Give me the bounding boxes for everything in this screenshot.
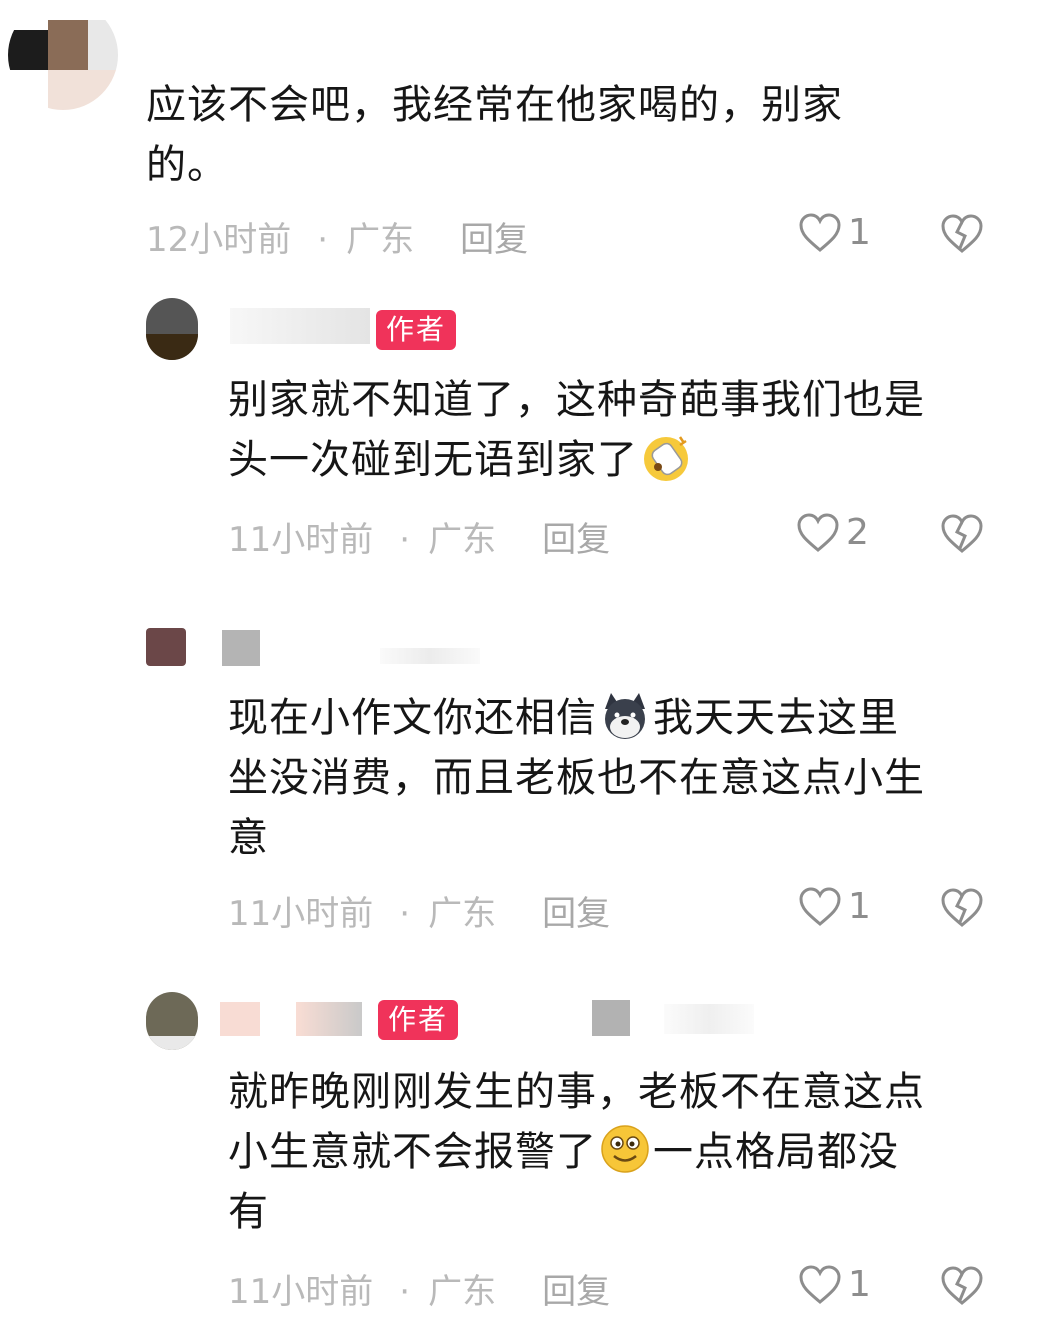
- comment-meta: 11小时前 · 广东 回复: [228, 512, 610, 561]
- username-blurred: [220, 1002, 260, 1036]
- comment-line: 别家就不知道了，这种奇葩事我们也是: [228, 377, 925, 423]
- comment-line: 坐没消费，而且老板也不在意这点小生: [228, 755, 925, 801]
- location: 广东: [428, 1272, 497, 1312]
- reply-button[interactable]: 回复: [542, 520, 610, 560]
- dislike-button[interactable]: [940, 214, 984, 254]
- comment-line: 的。: [146, 142, 228, 188]
- broken-heart-icon: [941, 514, 983, 553]
- meta-separator: ·: [317, 220, 329, 260]
- comment-3: 现在小作文你还相信 我天天去这里 坐没消费，而且老板也不在意这点小生 意 11小…: [0, 600, 1042, 980]
- author-tag: 作者: [378, 1000, 459, 1040]
- comment-line-text: 头一次碰到无语到家了: [228, 437, 638, 483]
- dislike-button[interactable]: [940, 888, 984, 928]
- comment-line: 有: [228, 1189, 269, 1235]
- heart-icon: [799, 212, 841, 252]
- doge-emoji-icon: [605, 693, 645, 739]
- comment-line-text: 小生意就不会报警了: [228, 1129, 597, 1175]
- comment-line: 应该不会吧，我经常在他家喝的，别家: [146, 82, 843, 128]
- like-count: 2: [846, 512, 869, 553]
- avatar[interactable]: [146, 628, 186, 666]
- comment-text: 应该不会吧，我经常在他家喝的，别家 的。: [146, 75, 1006, 195]
- timestamp: 11小时前: [228, 894, 374, 934]
- comment-text: 别家就不知道了，这种奇葩事我们也是 头一次碰到无语到家了: [228, 370, 1018, 490]
- username-blurred: [230, 308, 370, 344]
- comment-1: 应该不会吧，我经常在他家喝的，别家 的。 12小时前 · 广东 回复 1: [0, 0, 1042, 280]
- meta-separator: ·: [399, 520, 411, 560]
- broken-heart-icon: [941, 214, 983, 253]
- comment-line: 现在小作文你还相信 我天天去这里: [228, 688, 1018, 748]
- author-tag: 作者: [376, 310, 457, 350]
- heart-icon: [797, 512, 839, 552]
- username-blurred: [222, 630, 260, 666]
- comment-line: 小生意就不会报警了 一点格局都没: [228, 1122, 1018, 1182]
- comment-line-text: 现在小作文你还相信: [228, 695, 597, 741]
- comment-line-text: 我天天去这里: [653, 695, 899, 741]
- comment-meta: 12小时前 · 广东 回复: [146, 212, 528, 261]
- avatar[interactable]: [8, 0, 118, 110]
- like-count: 1: [848, 212, 871, 253]
- shocked-emoji-icon: [644, 436, 688, 481]
- comment-meta: 11小时前 · 广东 回复: [228, 1264, 610, 1313]
- timestamp: 11小时前: [228, 1272, 374, 1312]
- location: 广东: [428, 520, 497, 560]
- broken-heart-icon: [941, 888, 983, 927]
- username-blurred: [592, 1000, 630, 1036]
- comment-line-text: 一点格局都没: [653, 1129, 899, 1175]
- comment-line: 就昨晚刚刚发生的事，老板不在意这点: [228, 1069, 925, 1115]
- username-blurred: [296, 1002, 362, 1036]
- avatar[interactable]: [146, 992, 198, 1050]
- comment-text: 现在小作文你还相信 我天天去这里 坐没消费，而且老板也不在意这点小生 意: [228, 688, 1018, 868]
- username-blurred: [664, 1004, 754, 1034]
- like-button[interactable]: 1: [798, 1264, 871, 1305]
- timestamp: 12小时前: [146, 220, 292, 260]
- reply-button[interactable]: 回复: [542, 1272, 610, 1312]
- avatar[interactable]: [146, 298, 198, 360]
- comment-2: 作者 别家就不知道了，这种奇葩事我们也是 头一次碰到无语到家了 11小时前 · 广东…: [0, 280, 1042, 600]
- meta-separator: ·: [399, 1272, 411, 1312]
- username-blurred: [380, 648, 480, 664]
- heart-icon: [799, 886, 841, 926]
- comment-meta: 11小时前 · 广东 回复: [228, 886, 610, 935]
- comment-line: 头一次碰到无语到家了: [228, 430, 1018, 490]
- reply-button[interactable]: 回复: [542, 894, 610, 934]
- comment-text: 就昨晚刚刚发生的事，老板不在意这点 小生意就不会报警了 一点格局都没 有: [228, 1062, 1018, 1242]
- reply-button[interactable]: 回复: [460, 220, 528, 260]
- location: 广东: [346, 220, 415, 260]
- broken-heart-icon: [941, 1266, 983, 1305]
- like-button[interactable]: 2: [796, 512, 869, 553]
- location: 广东: [428, 894, 497, 934]
- heart-icon: [799, 1264, 841, 1304]
- like-button[interactable]: 1: [798, 212, 871, 253]
- smile-emoji-icon: [601, 1125, 649, 1173]
- meta-separator: ·: [399, 894, 411, 934]
- comment-4: 作者 就昨晚刚刚发生的事，老板不在意这点 小生意就不会报警了 一点格局都没 有 …: [0, 980, 1042, 1328]
- like-count: 1: [848, 886, 871, 927]
- like-button[interactable]: 1: [798, 886, 871, 927]
- timestamp: 11小时前: [228, 520, 374, 560]
- dislike-button[interactable]: [940, 1266, 984, 1306]
- dislike-button[interactable]: [940, 514, 984, 554]
- comment-line: 意: [228, 815, 269, 861]
- like-count: 1: [848, 1264, 871, 1305]
